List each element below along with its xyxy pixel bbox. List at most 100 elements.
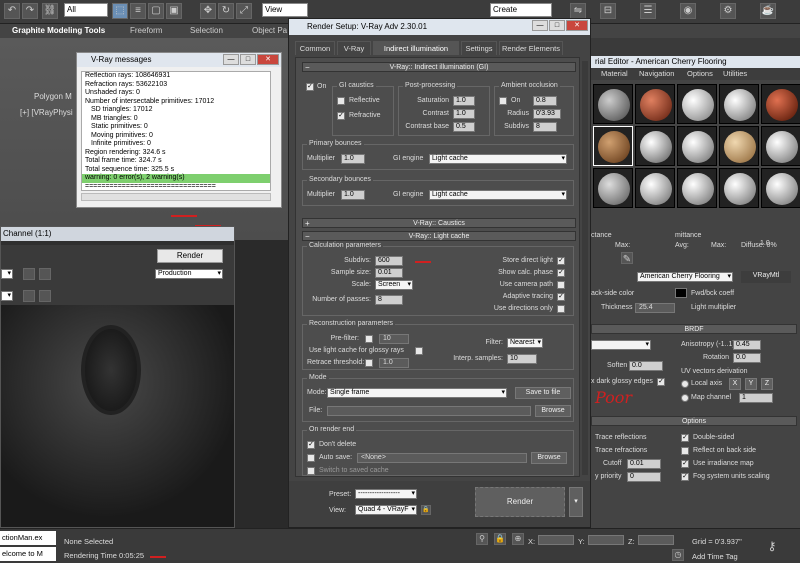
view-select[interactable]: Quad 4 - VRayF bbox=[355, 505, 417, 515]
use-directions-only-checkbox[interactable] bbox=[557, 305, 565, 313]
rollout-options[interactable]: Options bbox=[591, 416, 797, 426]
secondary-gi-engine-select[interactable]: Light cache bbox=[429, 190, 567, 200]
menu-utilities[interactable]: Utilities bbox=[723, 69, 747, 78]
brdf-type-select[interactable] bbox=[591, 340, 651, 350]
save-image-icon[interactable] bbox=[23, 268, 35, 280]
named-selection-set-select[interactable]: Create Selection Se bbox=[490, 3, 552, 26]
double-sided-checkbox[interactable]: ✓ bbox=[681, 434, 689, 442]
minimize-button[interactable]: — bbox=[223, 54, 239, 65]
render-setup-content[interactable]: − V-Ray:: Indirect illumination (GI) ✓ On… bbox=[295, 57, 580, 477]
ao-amount-spinner[interactable]: 0.8 bbox=[533, 96, 557, 106]
material-slot[interactable] bbox=[635, 168, 675, 208]
map-channel-radio[interactable] bbox=[681, 394, 689, 402]
browse-button[interactable]: Browse bbox=[535, 405, 571, 417]
interp-samples-spinner[interactable]: 10 bbox=[507, 354, 537, 364]
ribbon-tab-selection[interactable]: Selection bbox=[190, 26, 223, 35]
material-slot-active[interactable] bbox=[593, 126, 633, 166]
undo-icon[interactable]: ↶ bbox=[4, 3, 20, 19]
lc-mode-select[interactable]: Single frame bbox=[327, 388, 507, 398]
isolate-icon[interactable]: ⚲ bbox=[476, 533, 488, 545]
rotation-spinner[interactable]: 0.0 bbox=[733, 353, 761, 363]
time-tag-icon[interactable]: ◷ bbox=[672, 549, 684, 561]
maxscript-listener-line1[interactable]: ctionMan.ex bbox=[0, 531, 56, 545]
rollout-light-cache[interactable]: − V-Ray:: Light cache bbox=[302, 231, 576, 241]
render-dropdown-button[interactable]: ▾ bbox=[569, 487, 583, 517]
gi-on-checkbox[interactable]: ✓ bbox=[306, 83, 314, 91]
link-icon[interactable]: ⛓ bbox=[42, 3, 58, 19]
lc-scale-select[interactable]: Screen bbox=[375, 280, 413, 290]
align-icon[interactable]: ⊟ bbox=[600, 3, 616, 19]
axis-y-button[interactable]: Y bbox=[745, 378, 757, 390]
ribbon-tab-graphite[interactable]: Graphite Modeling Tools bbox=[12, 26, 105, 35]
show-calc-phase-checkbox[interactable]: ✓ bbox=[557, 269, 565, 277]
scale-icon[interactable]: ⤢ bbox=[236, 3, 252, 19]
reflective-checkbox[interactable] bbox=[337, 97, 345, 105]
material-slot[interactable] bbox=[677, 126, 717, 166]
tab-render-elements[interactable]: Render Elements bbox=[499, 41, 563, 55]
material-slot[interactable] bbox=[593, 168, 633, 208]
layer-manager-icon[interactable]: ☰ bbox=[640, 3, 656, 19]
tab-common[interactable]: Common bbox=[295, 41, 335, 55]
reflect-back-checkbox[interactable] bbox=[681, 447, 689, 455]
lock-view-icon[interactable]: 🔒 bbox=[421, 505, 431, 515]
map-channel-spinner[interactable]: 1 bbox=[739, 393, 773, 403]
local-axis-radio[interactable] bbox=[681, 380, 689, 388]
axis-z-button[interactable]: Z bbox=[761, 378, 773, 390]
lc-file-field[interactable] bbox=[327, 406, 531, 416]
priority-spinner[interactable]: 0 bbox=[627, 472, 661, 482]
browse-button-2[interactable]: Browse bbox=[531, 452, 567, 464]
prefilter-spinner[interactable]: 10 bbox=[379, 334, 409, 344]
vray-messages-titlebar[interactable]: V-Ray messages — □ ✕ bbox=[77, 53, 281, 67]
dont-delete-checkbox[interactable]: ✓ bbox=[307, 441, 315, 449]
select-by-name-icon[interactable]: ≡ bbox=[130, 3, 146, 19]
fb-render-button[interactable]: Render bbox=[157, 249, 223, 263]
material-slot[interactable] bbox=[677, 168, 717, 208]
secondary-multiplier-spinner[interactable]: 1.0 bbox=[341, 190, 365, 200]
material-slot[interactable] bbox=[593, 84, 633, 124]
material-slot[interactable] bbox=[677, 84, 717, 124]
switch-saved-cache-checkbox[interactable] bbox=[307, 467, 315, 475]
material-slot[interactable] bbox=[719, 168, 759, 208]
ribbon-tab-freeform[interactable]: Freeform bbox=[130, 26, 162, 35]
absolute-mode-icon[interactable]: ⊕ bbox=[512, 533, 524, 545]
material-slot[interactable] bbox=[761, 168, 800, 208]
lc-sample-size-spinner[interactable]: 0.01 bbox=[375, 268, 403, 278]
maximize-button[interactable]: □ bbox=[240, 54, 256, 65]
material-slot[interactable] bbox=[761, 126, 800, 166]
refractive-checkbox[interactable]: ✓ bbox=[337, 112, 345, 120]
y-coordinate-field[interactable] bbox=[588, 535, 624, 545]
tab-vray[interactable]: V-Ray bbox=[337, 41, 371, 55]
ao-on-checkbox[interactable] bbox=[499, 97, 507, 105]
selection-filter-select[interactable]: All bbox=[64, 3, 108, 17]
clone-fb-icon[interactable] bbox=[39, 268, 51, 280]
primary-gi-engine-select[interactable]: Light cache bbox=[429, 154, 567, 164]
material-slot[interactable] bbox=[719, 126, 759, 166]
ribbon-tab-object-paint[interactable]: Object Pa bbox=[252, 26, 287, 35]
use-camera-path-checkbox[interactable] bbox=[557, 281, 565, 289]
menu-material[interactable]: Material bbox=[601, 69, 628, 78]
auto-save-checkbox[interactable] bbox=[307, 454, 315, 462]
material-slot[interactable] bbox=[761, 84, 800, 124]
material-slot[interactable] bbox=[635, 126, 675, 166]
lc-subdivs-spinner[interactable]: 600 bbox=[375, 256, 403, 266]
cutoff-spinner[interactable]: 0.01 bbox=[627, 459, 661, 469]
lc-passes-spinner[interactable]: 8 bbox=[375, 295, 403, 305]
retrace-spinner[interactable]: 1.0 bbox=[379, 358, 409, 368]
rollout-gi[interactable]: − V-Ray:: Indirect illumination (GI) bbox=[302, 62, 576, 72]
material-slot[interactable] bbox=[635, 84, 675, 124]
pick-material-icon[interactable]: ✎ bbox=[621, 252, 633, 265]
glossy-rays-checkbox[interactable] bbox=[415, 347, 423, 355]
rotate-icon[interactable]: ↻ bbox=[218, 3, 234, 19]
select-object-icon[interactable]: ⬚ bbox=[112, 3, 128, 19]
soften-spinner[interactable]: 0.0 bbox=[629, 361, 663, 371]
reference-coordinate-select[interactable]: View bbox=[262, 3, 308, 17]
material-editor-icon[interactable]: ◉ bbox=[680, 3, 696, 19]
window-crossing-icon[interactable]: ▣ bbox=[166, 3, 182, 19]
render-setup-titlebar[interactable]: Render Setup: V-Ray Adv 2.30.01 — □ ✕ bbox=[289, 19, 590, 35]
tab-settings[interactable]: Settings bbox=[461, 41, 497, 55]
mirror-icon[interactable]: ⇋ bbox=[570, 3, 586, 19]
menu-navigation[interactable]: Navigation bbox=[639, 69, 674, 78]
contrast-spinner[interactable]: 1.0 bbox=[453, 109, 475, 119]
adaptive-tracing-checkbox[interactable]: ✓ bbox=[557, 293, 565, 301]
fog-scaling-checkbox[interactable]: ✓ bbox=[681, 473, 689, 481]
